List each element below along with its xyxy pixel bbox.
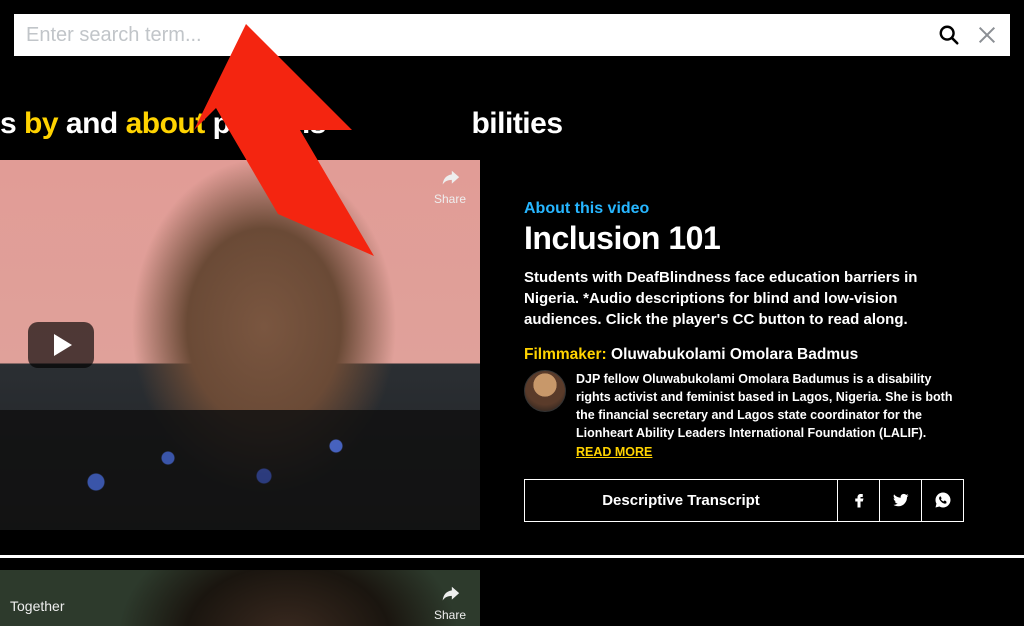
search-icon[interactable] bbox=[938, 24, 960, 46]
headline-by: by bbox=[24, 107, 58, 140]
search-bar bbox=[14, 14, 1010, 56]
read-more-link[interactable]: READ MORE bbox=[576, 445, 652, 459]
headline-bilities: bilities bbox=[471, 107, 562, 140]
descriptive-transcript-button[interactable]: Descriptive Transcript bbox=[524, 480, 838, 522]
share-icon bbox=[439, 168, 461, 190]
share-button[interactable]: Share bbox=[434, 168, 466, 206]
video-row-1: Share About this video Inclusion 101 Stu… bbox=[0, 160, 1024, 540]
play-button[interactable] bbox=[28, 322, 94, 368]
whatsapp-share-button[interactable] bbox=[922, 480, 964, 522]
video-title: Inclusion 101 bbox=[524, 220, 964, 257]
filmmaker-label: Filmmaker: bbox=[524, 346, 607, 363]
headline-prefix: s bbox=[0, 107, 24, 140]
close-icon[interactable] bbox=[976, 24, 998, 46]
headline-about: about bbox=[126, 107, 205, 140]
page-headline: s by and about persons bilities bbox=[0, 100, 569, 148]
video-description: Students with DeafBlindness face educati… bbox=[524, 267, 964, 330]
bio-text: DJP fellow Oluwabukolami Omolara Badumus… bbox=[576, 372, 952, 440]
search-input[interactable] bbox=[26, 24, 938, 47]
facebook-icon bbox=[850, 491, 868, 509]
avatar bbox=[524, 370, 566, 412]
share-button-2[interactable]: Share bbox=[434, 584, 466, 622]
twitter-share-button[interactable] bbox=[880, 480, 922, 522]
video-row-2[interactable]: Together Share bbox=[0, 570, 480, 626]
filmmaker-name: Oluwabukolami Omolara Badmus bbox=[611, 346, 858, 363]
share-icon bbox=[439, 584, 461, 606]
whatsapp-icon bbox=[934, 491, 952, 509]
headline-and: and bbox=[66, 107, 118, 140]
action-button-row: Descriptive Transcript bbox=[524, 479, 964, 522]
about-label: About this video bbox=[524, 200, 964, 218]
filmmaker-bio-row: DJP fellow Oluwabukolami Omolara Badumus… bbox=[524, 370, 964, 461]
headline-persons: persons bbox=[213, 107, 326, 140]
share-label: Share bbox=[434, 192, 466, 206]
section-divider bbox=[0, 555, 1024, 558]
facebook-share-button[interactable] bbox=[838, 480, 880, 522]
filmmaker-bio: DJP fellow Oluwabukolami Omolara Badumus… bbox=[576, 370, 964, 461]
video2-overlay-text: Together bbox=[10, 598, 64, 614]
video-meta: About this video Inclusion 101 Students … bbox=[480, 160, 1024, 540]
video-player[interactable]: Share bbox=[0, 160, 480, 530]
filmmaker-line: Filmmaker: Oluwabukolami Omolara Badmus bbox=[524, 346, 964, 364]
twitter-icon bbox=[892, 491, 910, 509]
share-label-2: Share bbox=[434, 608, 466, 622]
